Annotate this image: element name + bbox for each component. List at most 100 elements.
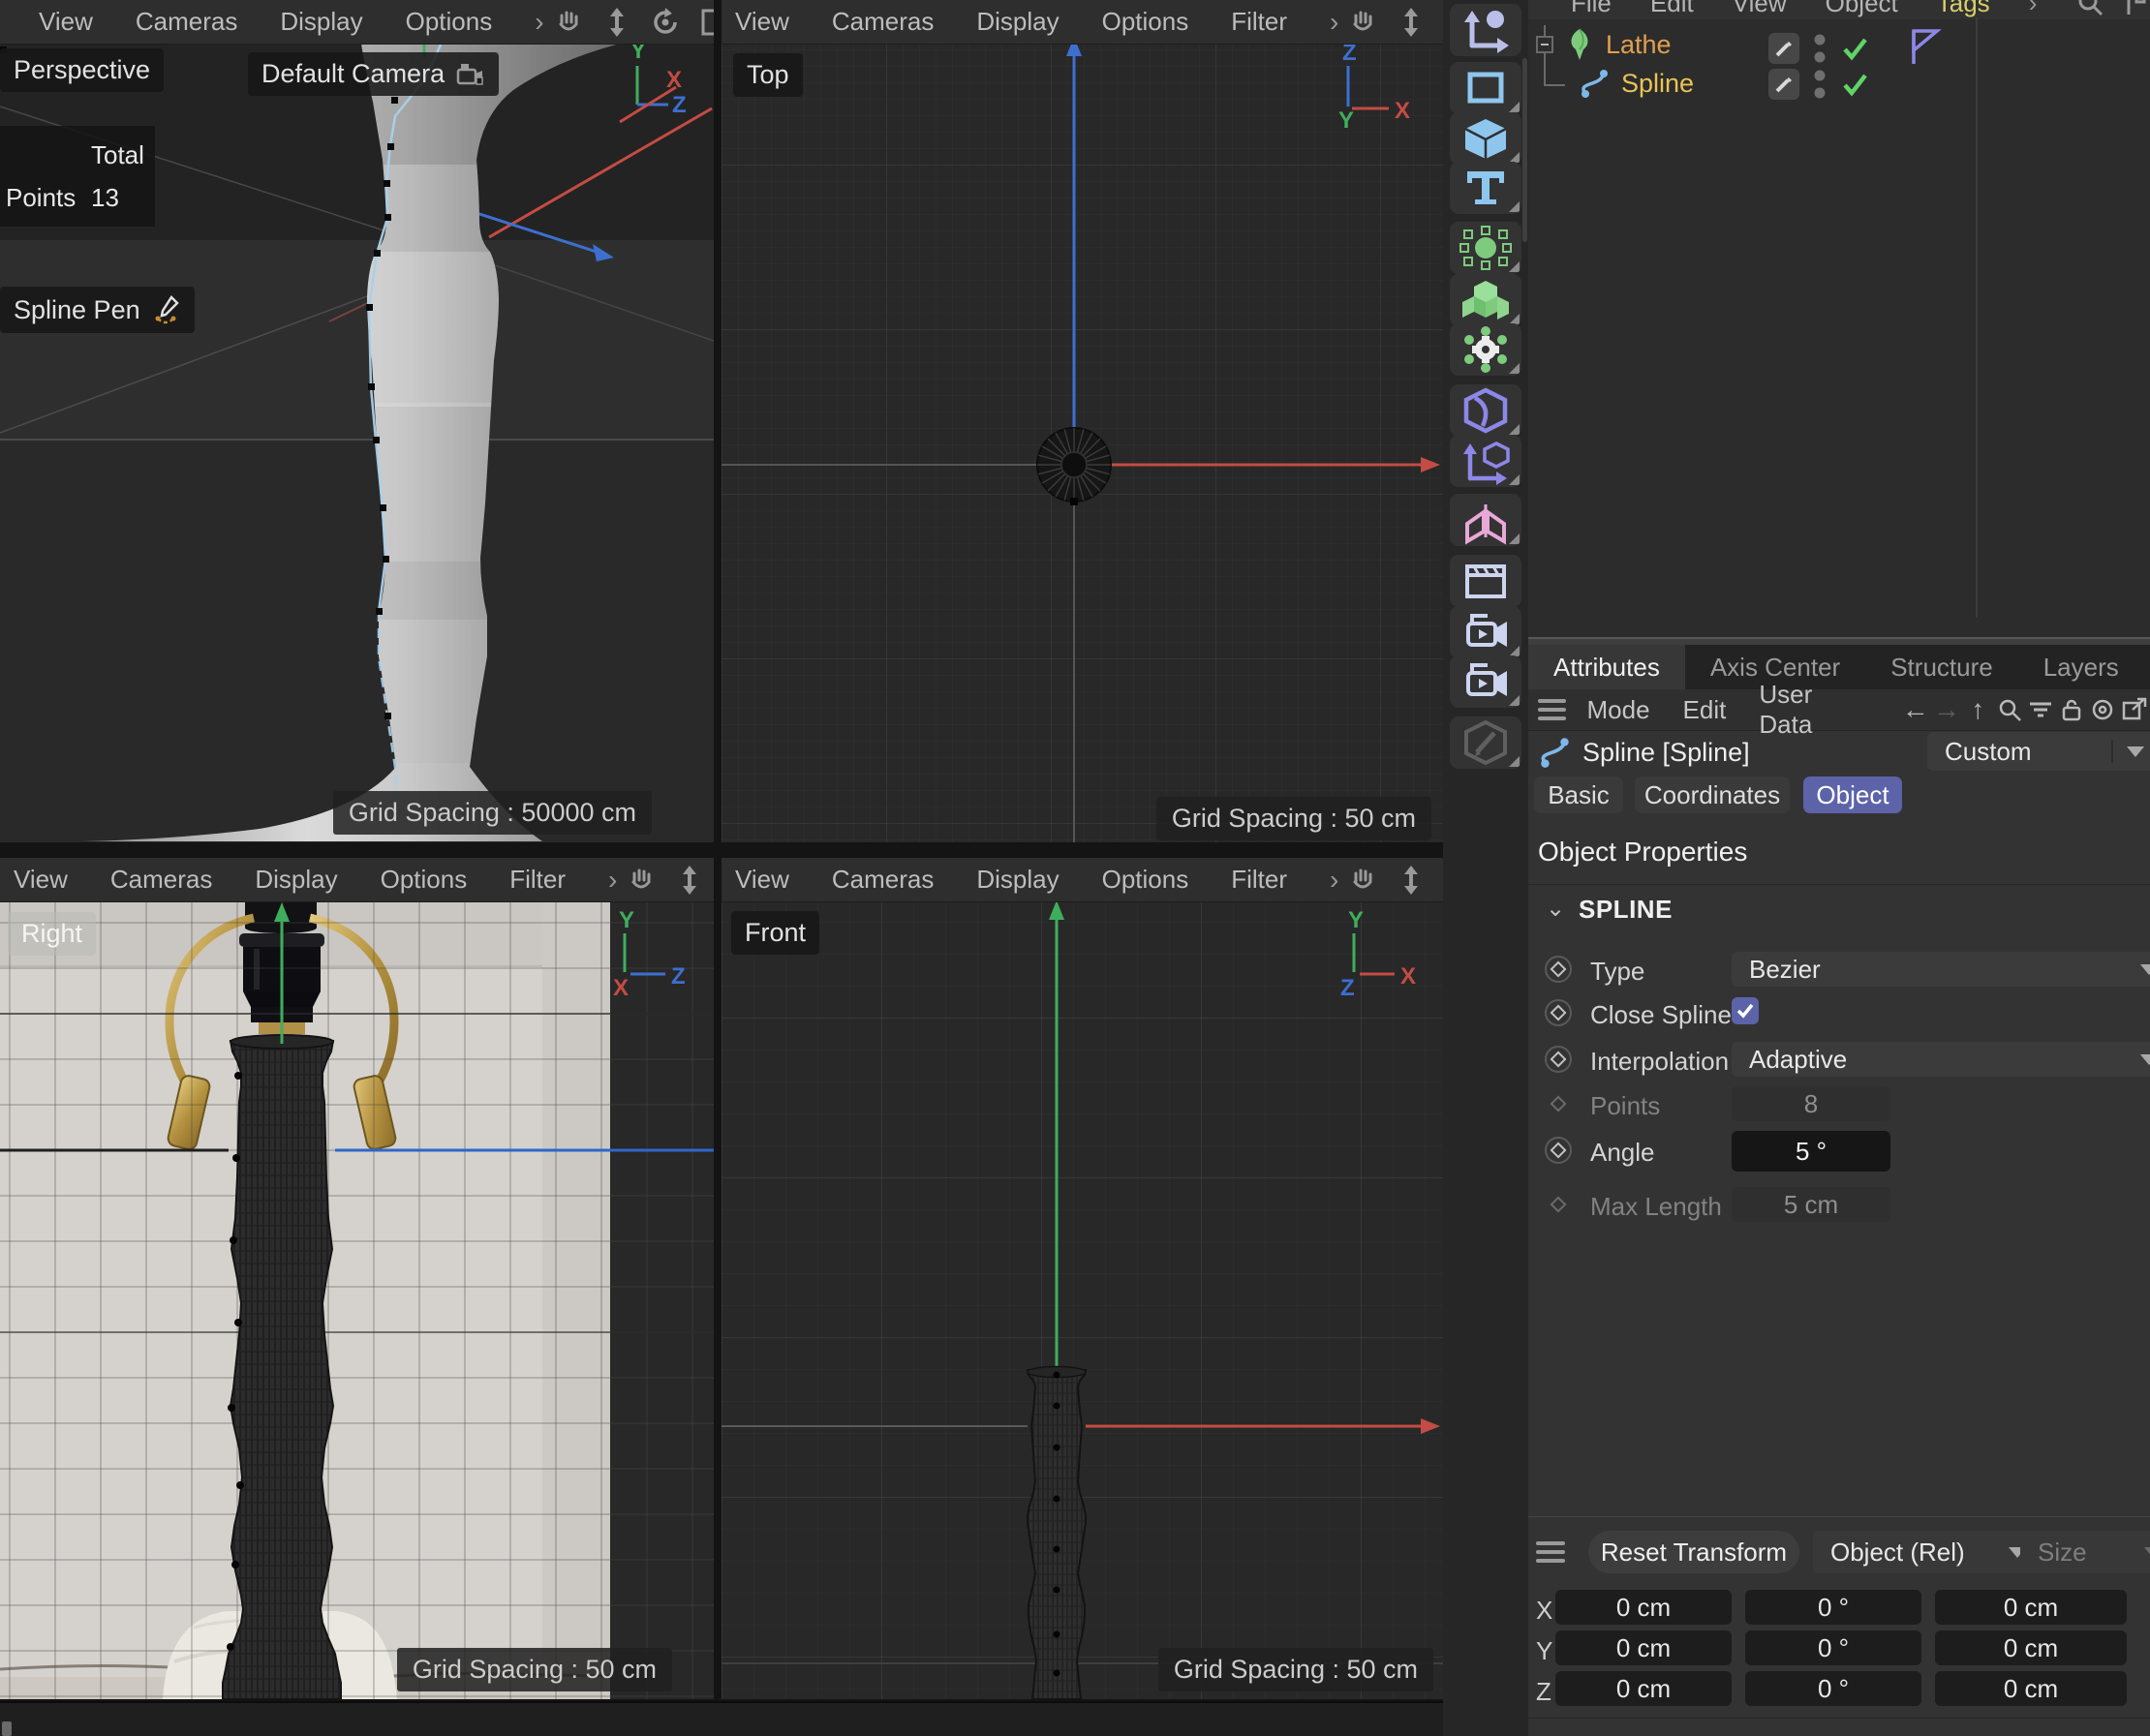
move-axis-tool[interactable] [1450, 4, 1521, 56]
rotate-icon[interactable] [651, 8, 680, 37]
render-view-tool[interactable] [1450, 606, 1521, 658]
menu-view[interactable]: View [735, 7, 789, 37]
viewport-top[interactable]: View Cameras Display Options Filter › To… [722, 0, 1443, 842]
layout-icon[interactable] [2126, 0, 2150, 17]
interpolation-dropdown[interactable]: Adaptive [1732, 1042, 2150, 1077]
menu-options[interactable]: Options [381, 865, 468, 895]
menu-display[interactable]: Display [976, 7, 1059, 37]
menu-overflow-icon[interactable]: › [1330, 865, 1338, 896]
coords-menu-icon[interactable] [1536, 1541, 1565, 1563]
history-back-icon[interactable]: ← [1900, 694, 1931, 725]
subdivision-surface-tool[interactable] [1450, 222, 1521, 274]
target-icon[interactable] [2087, 697, 2118, 722]
scale-z-input[interactable]: 0 cm [1935, 1671, 2127, 1706]
menu-display[interactable]: Display [255, 865, 337, 895]
popout-icon[interactable] [2119, 697, 2150, 722]
lock-icon[interactable] [2056, 697, 2087, 722]
filter-icon[interactable] [2025, 697, 2056, 722]
tab-attributes[interactable]: Attributes [1528, 645, 1685, 689]
section-object-button[interactable]: Object [1803, 777, 1902, 813]
om-menu-file[interactable]: File [1571, 0, 1612, 18]
volume-builder-tool[interactable] [1450, 274, 1521, 326]
menu-overflow-icon[interactable]: › [608, 865, 617, 896]
object-name[interactable]: Lathe [1606, 30, 1672, 60]
section-coordinates-button[interactable]: Coordinates [1635, 777, 1790, 813]
preset-dropdown[interactable]: Custom [1927, 732, 2150, 771]
cube-primitive-tool[interactable] [1450, 112, 1521, 165]
type-dropdown[interactable]: Bezier [1732, 952, 2150, 987]
om-menu-overflow-icon[interactable]: › [2029, 0, 2038, 18]
enabled-check-icon[interactable] [1840, 34, 1869, 63]
text-tool[interactable] [1450, 162, 1521, 214]
om-menu-view[interactable]: View [1733, 0, 1787, 18]
phong-tag-icon[interactable] [1910, 29, 1943, 68]
menu-display[interactable]: Display [280, 7, 362, 37]
menu-cameras[interactable]: Cameras [136, 7, 237, 37]
maximize-viewport-icon[interactable] [701, 9, 714, 36]
visibility-dots-icon[interactable] [1813, 32, 1827, 65]
spline-group-title[interactable]: SPLINE [1579, 895, 1673, 925]
angle-input[interactable]: 5 ° [1732, 1131, 1890, 1172]
search-icon[interactable] [1993, 697, 2024, 722]
group-collapse-icon[interactable]: ⌄ [1546, 895, 1565, 923]
rot-y-input[interactable]: 0 ° [1745, 1630, 1921, 1665]
parent-up-icon[interactable]: ↑ [1962, 694, 1993, 725]
viewport-perspective[interactable]: View Cameras Display Options › Perspecti… [0, 0, 714, 842]
menu-filter[interactable]: Filter [509, 865, 566, 895]
section-basic-button[interactable]: Basic [1534, 777, 1623, 813]
viewport-right[interactable]: View Cameras Display Options Filter › Ri… [0, 858, 714, 1699]
menu-view[interactable]: View [14, 865, 68, 895]
attr-menu-user-data[interactable]: User Data [1759, 680, 1866, 740]
pan-hand-icon[interactable] [1348, 8, 1377, 37]
om-menu-object[interactable]: Object [1826, 0, 1898, 18]
attribute-menu-icon[interactable] [1538, 699, 1566, 720]
deformer-tool[interactable] [1450, 384, 1521, 437]
dolly-icon[interactable] [677, 866, 702, 895]
symmetry-tool[interactable] [1450, 494, 1521, 546]
axis-modify-tool[interactable] [1450, 435, 1521, 487]
tab-layers[interactable]: Layers [2018, 645, 2144, 689]
menu-options[interactable]: Options [406, 7, 493, 37]
simulation-tool[interactable] [1450, 323, 1521, 376]
menu-filter[interactable]: Filter [1231, 7, 1287, 37]
om-menu-edit[interactable]: Edit [1650, 0, 1694, 18]
render-settings-tool[interactable] [1450, 555, 1521, 607]
coords-size-dropdown[interactable]: Size [2020, 1531, 2150, 1573]
visibility-dots-icon[interactable] [1813, 68, 1827, 101]
viewport-front[interactable]: View Cameras Display Options Filter › Fr… [722, 858, 1443, 1699]
menu-overflow-icon[interactable]: › [535, 7, 543, 38]
menu-view[interactable]: View [39, 7, 93, 37]
history-forward-icon[interactable]: → [1931, 694, 1962, 725]
keyframe-diamond-icon[interactable] [1544, 998, 1573, 1027]
dolly-icon[interactable] [604, 8, 630, 37]
menu-options[interactable]: Options [1102, 865, 1189, 895]
pan-hand-icon[interactable] [627, 866, 656, 895]
object-row-spline[interactable]: Spline [1528, 64, 1974, 103]
close-spline-checkbox[interactable] [1732, 997, 1759, 1024]
pos-x-input[interactable]: 0 cm [1555, 1590, 1732, 1625]
enabled-check-icon[interactable] [1840, 70, 1869, 99]
menu-options[interactable]: Options [1102, 7, 1189, 37]
om-menu-tags[interactable]: Tags [1937, 0, 1990, 18]
reset-transform-button[interactable]: Reset Transform [1588, 1531, 1799, 1573]
pos-y-input[interactable]: 0 cm [1555, 1630, 1732, 1665]
keyframe-diamond-icon[interactable] [1544, 1045, 1573, 1074]
scale-y-input[interactable]: 0 cm [1935, 1630, 2127, 1665]
menu-cameras[interactable]: Cameras [832, 7, 934, 37]
render-picture-viewer-tool[interactable] [1450, 655, 1521, 708]
pan-hand-icon[interactable] [1348, 866, 1377, 895]
tree-expander-icon[interactable] [1532, 25, 1557, 64]
pan-hand-icon[interactable] [554, 8, 583, 37]
menu-cameras[interactable]: Cameras [832, 865, 934, 895]
menu-display[interactable]: Display [976, 865, 1059, 895]
keyframe-diamond-icon[interactable] [1544, 1136, 1573, 1165]
dolly-icon[interactable] [1398, 8, 1424, 37]
rot-x-input[interactable]: 0 ° [1745, 1590, 1921, 1625]
rectangle-spline-tool[interactable] [1450, 62, 1521, 114]
right-scene[interactable] [0, 858, 714, 1699]
keyframe-diamond-icon[interactable] [1544, 955, 1573, 984]
attr-menu-edit[interactable]: Edit [1683, 695, 1727, 725]
attr-menu-mode[interactable]: Mode [1587, 695, 1650, 725]
camera-chip[interactable]: Default Camera [248, 52, 499, 96]
edit-enable-icon[interactable] [1768, 69, 1799, 100]
